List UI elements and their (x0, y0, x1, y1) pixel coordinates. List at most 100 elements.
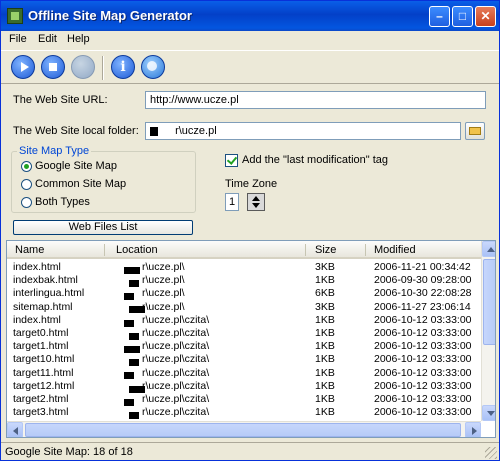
column-divider[interactable] (104, 244, 105, 256)
radio-google-site-map[interactable] (21, 161, 32, 172)
table-row[interactable]: indexbak.html r\ucze.pl\ 1KB 2006-09-30 09:… (7, 274, 481, 287)
maximize-button[interactable]: □ (452, 6, 473, 27)
scroll-up-button[interactable] (482, 241, 495, 257)
vertical-scrollbar[interactable] (481, 241, 495, 421)
radio-label: Both Types (35, 196, 90, 208)
cell-location: r\ucze.pl\czita\ (142, 353, 210, 366)
cell-name: index.html (13, 313, 61, 326)
menu-edit[interactable]: Edit (38, 33, 57, 45)
radio-label: Google Site Map (35, 160, 117, 172)
folder-label: The Web Site local folder: (13, 125, 139, 137)
home-icon[interactable] (71, 55, 95, 79)
menu-file[interactable]: File (9, 33, 27, 45)
files-list[interactable]: Name Location Size Modified index.html r\… (6, 240, 496, 438)
sitemap-type-title: Site Map Type (17, 145, 92, 157)
table-row[interactable]: target2.html r\ucze.pl\czita\ 1KB 2006-10-1… (7, 393, 481, 406)
timezone-label: Time Zone (225, 178, 278, 190)
table-row[interactable]: index.html r\ucze.pl\czita\ 1KB 2006-10-12 … (7, 314, 481, 327)
cell-name: target10.html (13, 353, 75, 366)
column-name[interactable]: Name (15, 244, 44, 256)
table-row[interactable]: target10.html r\ucze.pl\czita\ 1KB 2006-10-… (7, 353, 481, 367)
right-arrow-icon (472, 427, 477, 435)
cell-modified: 2006-10-12 03:33:00 (374, 406, 472, 419)
up-arrow-icon (487, 247, 495, 252)
minimize-button[interactable]: – (429, 6, 450, 27)
timezone-input[interactable]: 1 (225, 193, 239, 211)
cell-name: index.html (13, 261, 61, 273)
redacted-path (129, 409, 139, 421)
title-bar[interactable]: Offline Site Map Generator – □ ✕ (1, 1, 499, 31)
folder-value: r\ucze.pl (175, 125, 217, 137)
cell-name: interlingua.html (13, 287, 85, 300)
radio-label: Common Site Map (35, 178, 127, 190)
cell-size: 1KB (315, 313, 335, 326)
column-location[interactable]: Location (116, 244, 158, 256)
last-modification-checkbox[interactable] (225, 154, 238, 167)
cell-size: 1KB (315, 274, 335, 287)
scroll-right-button[interactable] (465, 422, 481, 437)
status-bar: Google Site Map: 18 of 18 (1, 442, 499, 460)
menu-bar: File Edit Help (1, 31, 499, 49)
cell-modified: 2006-10-12 03:33:00 (374, 353, 472, 366)
menu-help[interactable]: Help (67, 33, 90, 45)
table-row[interactable]: target12.html r\ucze.pl\czita\ 1KB 2006-10-… (7, 380, 481, 393)
cell-name: indexbak.html (13, 274, 78, 287)
cell-modified: 2006-09-30 09:28:00 (374, 274, 472, 287)
cell-size: 3KB (315, 261, 335, 273)
cell-location: r\ucze.pl\czita\ (142, 366, 210, 379)
web-files-list-button[interactable]: Web Files List (13, 220, 193, 235)
toolbar-separator (102, 56, 104, 80)
table-row[interactable]: target11.html r\ucze.pl\czita\ 1KB 2006-10-… (7, 367, 481, 380)
resize-grip-icon[interactable] (485, 447, 497, 459)
column-size[interactable]: Size (315, 244, 336, 256)
table-row[interactable]: interlingua.html r\ucze.pl\ 6KB 2006-10-30 … (7, 287, 481, 301)
folder-browse-icon[interactable] (465, 122, 485, 140)
radio-common-site-map[interactable] (21, 179, 32, 190)
timezone-spinner-icon[interactable] (247, 193, 265, 211)
horizontal-scrollbar[interactable] (7, 421, 481, 437)
last-modification-label: Add the "last modification" tag (242, 154, 389, 166)
stop-icon[interactable] (41, 55, 65, 79)
url-label: The Web Site URL: (13, 94, 108, 106)
radio-both-types[interactable] (21, 197, 32, 208)
toolbar: i (1, 50, 499, 84)
vertical-scroll-thumb[interactable] (483, 259, 495, 345)
column-divider[interactable] (305, 244, 306, 256)
cell-name: target3.html (13, 406, 69, 419)
cell-location: r\ucze.pl\czita\ (142, 327, 210, 339)
play-icon[interactable] (11, 55, 35, 79)
cell-modified: 2006-10-12 03:33:00 (374, 379, 472, 392)
scroll-left-button[interactable] (7, 422, 23, 437)
cell-location: r\ucze.pl\czita\ (142, 406, 210, 419)
url-input[interactable]: http://www.ucze.pl (145, 91, 486, 109)
cell-size: 1KB (315, 406, 335, 419)
down-arrow-icon (487, 411, 495, 416)
cell-size: 1KB (315, 353, 335, 366)
list-header: Name Location Size Modified (7, 241, 481, 259)
table-row[interactable]: target0.html r\ucze.pl\czita\ 1KB 2006-10-1… (7, 327, 481, 340)
close-button[interactable]: ✕ (475, 6, 496, 27)
column-divider[interactable] (365, 244, 366, 256)
cell-name: target1.html (13, 340, 69, 353)
cell-size: 3KB (315, 300, 335, 313)
info-icon[interactable]: i (111, 55, 135, 79)
app-window: Offline Site Map Generator – □ ✕ File Ed… (0, 0, 500, 461)
globe-icon[interactable] (141, 55, 165, 79)
app-icon (7, 8, 23, 24)
cell-modified: 2006-10-12 03:33:00 (374, 393, 472, 405)
table-row[interactable]: target3.html r\ucze.pl\czita\ 1KB 2006-10-1… (7, 406, 481, 419)
scroll-down-button[interactable] (482, 405, 495, 421)
table-row[interactable]: target1.html r\ucze.pl\czita\ 1KB 2006-10-1… (7, 340, 481, 353)
cell-size: 1KB (315, 379, 335, 392)
horizontal-scroll-thumb[interactable] (25, 423, 461, 437)
cell-modified: 2006-11-27 23:06:14 (374, 300, 471, 313)
cell-size: 1KB (315, 366, 335, 379)
cell-size: 1KB (315, 393, 335, 405)
column-modified[interactable]: Modified (374, 244, 416, 256)
window-title: Offline Site Map Generator (28, 8, 192, 23)
status-text: Google Site Map: 18 of 18 (5, 446, 133, 458)
folder-input[interactable]: r\ucze.pl (145, 122, 461, 140)
cell-location: r\ucze.pl\ (142, 261, 185, 273)
table-row[interactable]: sitemap.html r\ucze.pl\ 3KB 2006-11-27 23:0… (7, 301, 481, 314)
table-row[interactable]: index.html r\ucze.pl\ 3KB 2006-11-21 00:34:… (7, 261, 481, 274)
